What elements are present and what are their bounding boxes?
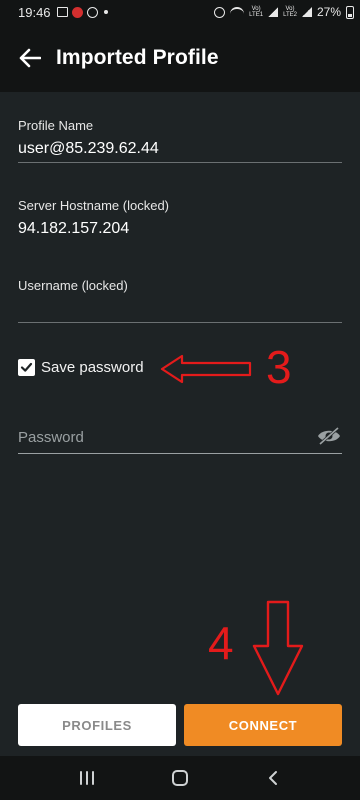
system-nav-bar bbox=[0, 756, 360, 800]
annotation-step-3: 3 bbox=[266, 341, 292, 393]
home-button[interactable] bbox=[160, 758, 200, 798]
back-button[interactable] bbox=[2, 30, 58, 86]
profile-name-value[interactable]: user@85.239.62.44 bbox=[18, 140, 342, 158]
save-password-checkbox[interactable] bbox=[18, 359, 35, 376]
recent-apps-button[interactable] bbox=[67, 758, 107, 798]
home-icon bbox=[171, 770, 188, 786]
system-icons: Vo) LTE1 Vo) LTE2 27% bbox=[214, 5, 354, 19]
lte1-icon: Vo) LTE1 bbox=[249, 6, 264, 18]
profile-name-field[interactable]: Profile Name user@85.239.62.44 bbox=[18, 118, 342, 163]
signal-icon bbox=[268, 7, 279, 17]
arrow-left-icon bbox=[19, 48, 41, 68]
back-icon bbox=[269, 771, 278, 785]
save-password-checkbox-row[interactable]: Save password bbox=[18, 359, 144, 376]
profile-name-underline bbox=[18, 162, 342, 163]
username-field: Username (locked) bbox=[18, 278, 342, 324]
lte2-icon: Vo) LTE2 bbox=[283, 6, 297, 18]
connect-button[interactable]: CONNECT bbox=[184, 704, 342, 746]
annotation-arrow-left bbox=[160, 354, 252, 384]
password-underline bbox=[18, 453, 342, 454]
annotation-step-4: 4 bbox=[208, 617, 234, 669]
notification-icons bbox=[56, 6, 108, 18]
alarm-icon bbox=[214, 6, 226, 18]
server-hostname-label: Server Hostname (locked) bbox=[18, 198, 169, 213]
password-placeholder: Password bbox=[18, 429, 84, 446]
server-hostname-field: Server Hostname (locked) 94.182.157.204 bbox=[18, 198, 342, 238]
profiles-button[interactable]: PROFILES bbox=[18, 704, 176, 746]
signal-2-icon bbox=[301, 7, 312, 17]
page-title: Imported Profile bbox=[56, 46, 219, 69]
status-time: 19:46 bbox=[18, 4, 51, 20]
action-buttons: PROFILES CONNECT bbox=[18, 704, 342, 746]
app-bar: Imported Profile bbox=[0, 24, 360, 92]
save-password-label: Save password bbox=[41, 359, 144, 376]
annotation-arrow-down bbox=[252, 600, 304, 696]
battery-icon bbox=[346, 5, 354, 19]
status-bar: 19:46 Vo) LTE1 Vo) LTE2 27% bbox=[0, 0, 360, 24]
eye-off-icon[interactable] bbox=[316, 424, 342, 448]
check-icon bbox=[20, 362, 33, 372]
wifi-icon bbox=[230, 7, 245, 17]
app-notification-icon bbox=[71, 6, 83, 18]
gallery-notification-icon bbox=[56, 7, 68, 17]
server-hostname-value: 94.182.157.204 bbox=[18, 220, 130, 237]
recent-apps-icon bbox=[79, 771, 94, 785]
password-field[interactable]: Password bbox=[18, 420, 342, 454]
more-notifications-icon bbox=[103, 10, 108, 14]
battery-percent: 27% bbox=[316, 5, 341, 19]
profile-name-label: Profile Name bbox=[18, 118, 94, 133]
username-underline bbox=[18, 322, 342, 323]
nav-back-button[interactable] bbox=[253, 758, 293, 798]
username-label: Username (locked) bbox=[18, 278, 128, 293]
whatsapp-notification-icon bbox=[86, 6, 98, 18]
